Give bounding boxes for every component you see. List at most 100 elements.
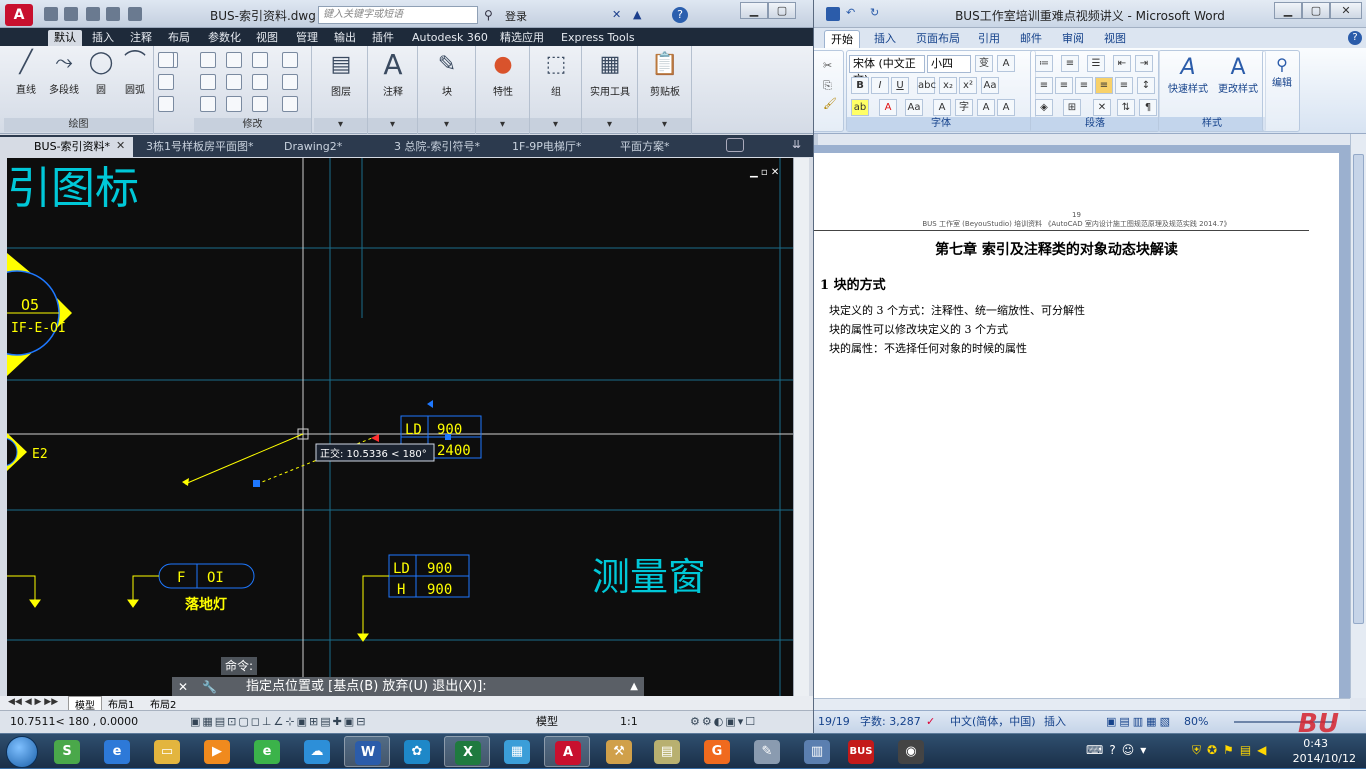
autocad-maximize-button[interactable]: ▢ (768, 2, 796, 19)
font-size-select[interactable]: 小四 (927, 55, 971, 73)
mirror-icon[interactable] (226, 74, 242, 90)
copy-icon[interactable]: ⎘ (823, 79, 832, 93)
numbering-button[interactable]: ≡ (1061, 55, 1079, 72)
word-tab-review[interactable]: 审阅 (1056, 30, 1090, 48)
autocad-logo-icon[interactable]: A (5, 4, 33, 26)
taskbar-orange-app[interactable]: G (694, 736, 740, 767)
superscript-button[interactable]: x² (959, 77, 977, 94)
line-tool-button[interactable]: ╱ 直线 (8, 48, 44, 96)
ribbon-tab-parametric[interactable]: 参数化 (202, 30, 247, 46)
rotate-icon[interactable] (226, 52, 242, 68)
taskbar-video[interactable]: ◉ (888, 736, 934, 767)
taskbar-explorer[interactable]: ▭ (144, 736, 190, 767)
help-icon[interactable]: ? (672, 7, 688, 23)
coordinate-readout[interactable]: 10.7511< 180 , 0.0000 (10, 711, 138, 733)
enclose-char-icon[interactable]: 字 (955, 99, 973, 116)
open-file-icon[interactable] (64, 7, 78, 21)
canvas-vertical-scrollbar[interactable] (793, 158, 809, 696)
italic-button[interactable]: I (871, 77, 889, 94)
clear-format-icon[interactable]: Aa (981, 77, 999, 94)
autocad-minimize-button[interactable]: ▁ (740, 2, 768, 19)
ribbon-tab-view[interactable]: 视图 (250, 30, 284, 46)
taskbar-notes[interactable]: ▤ (644, 736, 690, 767)
stretch-icon[interactable] (200, 96, 216, 112)
word-tab-mailings[interactable]: 邮件 (1014, 30, 1048, 48)
shading-button[interactable]: ◈ (1035, 99, 1053, 116)
hatch-icon[interactable] (158, 74, 174, 90)
insert-mode[interactable]: 插入 (1044, 711, 1066, 733)
bold-button[interactable]: B (851, 77, 869, 94)
rectangle-icon[interactable] (158, 52, 174, 68)
cut-icon[interactable]: ✂ (823, 59, 832, 72)
ribbon-tab-plugins[interactable]: 插件 (366, 30, 400, 46)
viewport-minimize-icon[interactable]: ▁ ▫ ✕ (749, 167, 779, 178)
ribbon-tab-insert[interactable]: 插入 (86, 30, 120, 46)
ribbon-tab-output[interactable]: 输出 (328, 30, 362, 46)
taskbar-files[interactable]: ✎ (744, 736, 790, 767)
login-link[interactable]: 登录 (505, 8, 527, 24)
grip-square-table[interactable] (445, 434, 451, 440)
view-buttons-icon[interactable]: ▣▤▥▦▧ (1106, 711, 1173, 733)
drawing-tab-drawing2[interactable]: Drawing2* (250, 137, 350, 157)
erase-icon[interactable] (282, 52, 298, 68)
ribbon-tab-default[interactable]: 默认 (48, 30, 82, 46)
word-tab-references[interactable]: 引用 (972, 30, 1006, 48)
region-icon[interactable] (158, 96, 174, 112)
align-left-button[interactable]: ≡ (1035, 77, 1053, 94)
word-close-button[interactable]: ✕ (1330, 2, 1362, 19)
drafting-toggles-icon[interactable]: ▣▦▤⊡▢◻⊥∠⊹▣⊞▤✚▣⊟ (190, 711, 367, 733)
taskbar-media[interactable]: ▶ (194, 736, 240, 767)
circle-tool-button[interactable]: ◯ 圆 (84, 48, 118, 96)
taskbar-hammer[interactable]: ⚒ (596, 736, 642, 767)
sort-button[interactable]: ⇅ (1117, 99, 1135, 116)
language-indicator[interactable]: 中文(简体，中国) (950, 711, 1036, 733)
taskbar-excel[interactable]: X (444, 736, 490, 767)
quick-styles-button[interactable]: A 快速样式 (1163, 55, 1213, 95)
underline-button[interactable]: U (891, 77, 909, 94)
word-maximize-button[interactable]: ▢ (1302, 2, 1330, 19)
status-tray-icons[interactable]: ⚙⚙◐▣▾☐ (690, 711, 757, 733)
editing-button[interactable]: ⚲ 编辑 (1267, 55, 1297, 89)
page-count[interactable]: 19/19 (818, 711, 850, 733)
zoom-level[interactable]: 80% (1184, 711, 1208, 733)
show-marks-button[interactable]: ¶ (1139, 99, 1157, 116)
grip-arrow-red[interactable] (371, 434, 379, 442)
annotation-dropdown[interactable]: ▾ (368, 118, 417, 132)
model-space-button[interactable]: 模型 (536, 711, 558, 733)
ribbon-tab-express-tools[interactable]: Express Tools (555, 30, 641, 46)
layout-nav-icon[interactable]: ◀◀ ◀ ▶ ▶▶ (8, 697, 58, 707)
word-scroll-thumb[interactable] (1353, 154, 1364, 624)
properties-button[interactable]: ● 特性 (478, 50, 528, 98)
taskbar-ie[interactable]: e (94, 736, 140, 767)
save-icon[interactable] (86, 7, 100, 21)
tray-icons[interactable]: ⌨?☺▾ (1086, 743, 1152, 757)
taskbar-cloud[interactable]: ☁ (294, 736, 340, 767)
align-center-button[interactable]: ≡ (1055, 77, 1073, 94)
command-line[interactable]: ✕ 🔧 指定点位置或 [基点(B) 放弃(U) 退出(X)]: ▲ (172, 677, 644, 697)
trim-icon[interactable] (252, 52, 268, 68)
move-icon[interactable] (200, 52, 216, 68)
char-border-icon[interactable]: A (997, 55, 1015, 72)
multilevel-list-button[interactable]: ☰ (1087, 55, 1105, 72)
command-close-icon[interactable]: ✕ (178, 677, 188, 697)
font-name-select[interactable]: 宋体 (中文正文) (849, 55, 925, 86)
justify-button[interactable]: ≡ (1095, 77, 1113, 94)
grip-square[interactable] (253, 480, 260, 487)
layers-button[interactable]: ▤ 图层 (316, 50, 366, 98)
group-button[interactable]: ⬚ 组 (532, 50, 580, 98)
offset-icon[interactable] (282, 96, 298, 112)
properties-dropdown[interactable]: ▾ (476, 118, 529, 132)
new-file-icon[interactable] (44, 7, 58, 21)
arc-tool-button[interactable]: ⌒ 圆弧 (118, 48, 152, 96)
tray-status-icons[interactable]: ⛨✪⚑▤◀ (1192, 743, 1272, 758)
drawing-tab-elevator-hall[interactable]: 1F-9P电梯厅* (478, 137, 589, 157)
subscript-button[interactable]: x₂ (939, 77, 957, 94)
char-shading-icon[interactable]: A (933, 99, 951, 116)
word-tab-home[interactable]: 开始 (824, 30, 860, 48)
taskbar-autocad[interactable]: A (544, 736, 590, 767)
word-minimize-button[interactable]: ▁ (1274, 2, 1302, 19)
proofing-icon[interactable]: ✓ (926, 711, 935, 733)
ribbon-tab-autodesk360[interactable]: Autodesk 360 (406, 30, 494, 46)
tab-list-icon[interactable]: ⇊ (792, 138, 801, 151)
ribbon-tab-layout[interactable]: 布局 (162, 30, 196, 46)
